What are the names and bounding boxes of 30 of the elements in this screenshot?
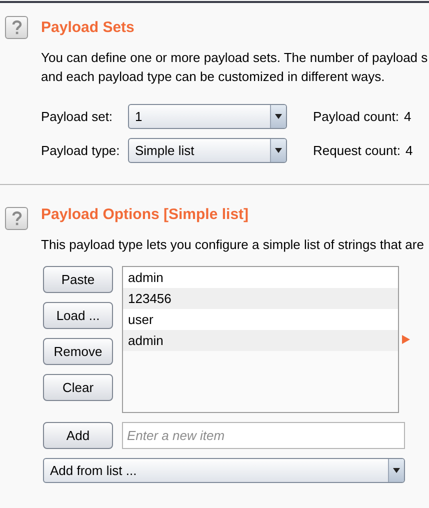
new-item-field[interactable]: Enter a new item (122, 422, 405, 449)
button[interactable]: Paste (43, 266, 113, 293)
list-item[interactable]: admin (123, 267, 398, 288)
dropdown[interactable]: Simple list (128, 138, 287, 163)
list-item[interactable]: admin (123, 330, 398, 351)
button[interactable]: Add (43, 422, 113, 449)
list-item[interactable]: user (123, 309, 398, 330)
dropdown[interactable]: 1 (128, 104, 287, 129)
count-value: 4 (405, 142, 413, 160)
description-text: and each payload type can be customized in different ways. (41, 68, 386, 86)
dropdown-arrow-icon (275, 114, 282, 119)
section-title: Payload Options [Simple list] (41, 205, 250, 225)
field-label: Payload type: (41, 142, 121, 160)
help-icon[interactable] (5, 16, 28, 39)
count-label: Payload count: (313, 108, 400, 126)
description-text: You can define one or more payload sets. The number of payload s (41, 49, 428, 67)
field-label: Payload set: (41, 108, 114, 126)
button[interactable]: Load ... (43, 302, 113, 329)
dropdown-arrow-icon (275, 148, 282, 153)
section-title: Payload Sets (41, 18, 136, 38)
button[interactable]: Remove (43, 338, 113, 365)
dropdown[interactable]: Add from list ... (43, 458, 405, 483)
button[interactable]: Clear (43, 374, 113, 401)
count-value: 4 (404, 108, 412, 126)
description-text: This payload type lets you configure a simple list of strings that are (41, 236, 424, 254)
marker-icon (402, 335, 410, 344)
help-icon[interactable] (5, 207, 28, 230)
list-item[interactable]: 123456 (123, 288, 398, 309)
count-label: Request count: (313, 142, 400, 160)
dropdown-arrow-icon (393, 468, 400, 473)
